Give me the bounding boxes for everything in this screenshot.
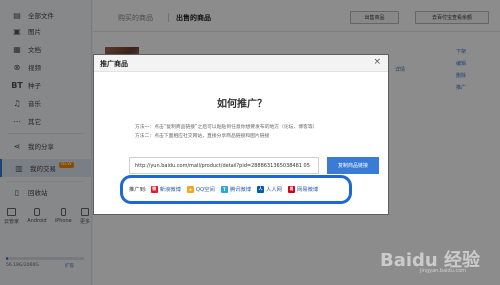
product-url-field[interactable]: http://yun.baidu.com/mall/product/detail… — [129, 157, 319, 174]
qzone-icon: ★ — [186, 185, 194, 193]
dialog-heading: 如何推广？ — [217, 99, 267, 110]
share-renren[interactable]: 人 人人网 — [257, 185, 282, 193]
dialog-title: 推广商品 — [100, 60, 128, 68]
share-weibo[interactable]: 微 新浪微博 — [150, 185, 181, 193]
share-label: 推广到: — [129, 187, 147, 193]
netease-weibo-icon: 易 — [287, 185, 295, 193]
promote-dialog: 推广商品 × 如何推广？ 方法一：点击“复制商品链接”之后可以粘贴到任意你想要发… — [93, 54, 389, 215]
share-tencent-weibo[interactable]: T 腾讯微博 — [220, 185, 252, 193]
copy-link-button[interactable]: 复制商品链接 — [327, 157, 379, 174]
share-item-label: 人人网 — [266, 187, 282, 193]
share-row: 推广到: 微 新浪微博 ★ QQ空间 T 腾讯微博 人 人人网 易 网易微博 — [129, 185, 324, 193]
share-item-label: QQ空间 — [195, 187, 215, 193]
share-item-label: 新浪微博 — [159, 187, 181, 193]
watermark-url: jingyan.baidu.com — [420, 268, 467, 274]
share-item-label: 腾讯微博 — [229, 187, 252, 193]
close-icon[interactable]: × — [373, 57, 381, 67]
share-qzone[interactable]: ★ QQ空间 — [186, 185, 215, 193]
dialog-header: 推广商品 × — [94, 55, 388, 72]
method-one-text: 方法一：点击“复制商品链接”之后可以粘贴到任意你想要发布的地方（论坛、博客等） — [135, 125, 318, 130]
tencent-weibo-icon: T — [220, 185, 228, 193]
weibo-icon: 微 — [150, 185, 158, 193]
renren-icon: 人 — [257, 185, 265, 193]
method-two-text: 方法二：点击下面相应社交网站，直接分享商品链接和图片链接 — [135, 134, 270, 139]
share-netease-weibo[interactable]: 易 网易微博 — [287, 185, 319, 193]
share-item-label: 网易微博 — [296, 187, 319, 193]
